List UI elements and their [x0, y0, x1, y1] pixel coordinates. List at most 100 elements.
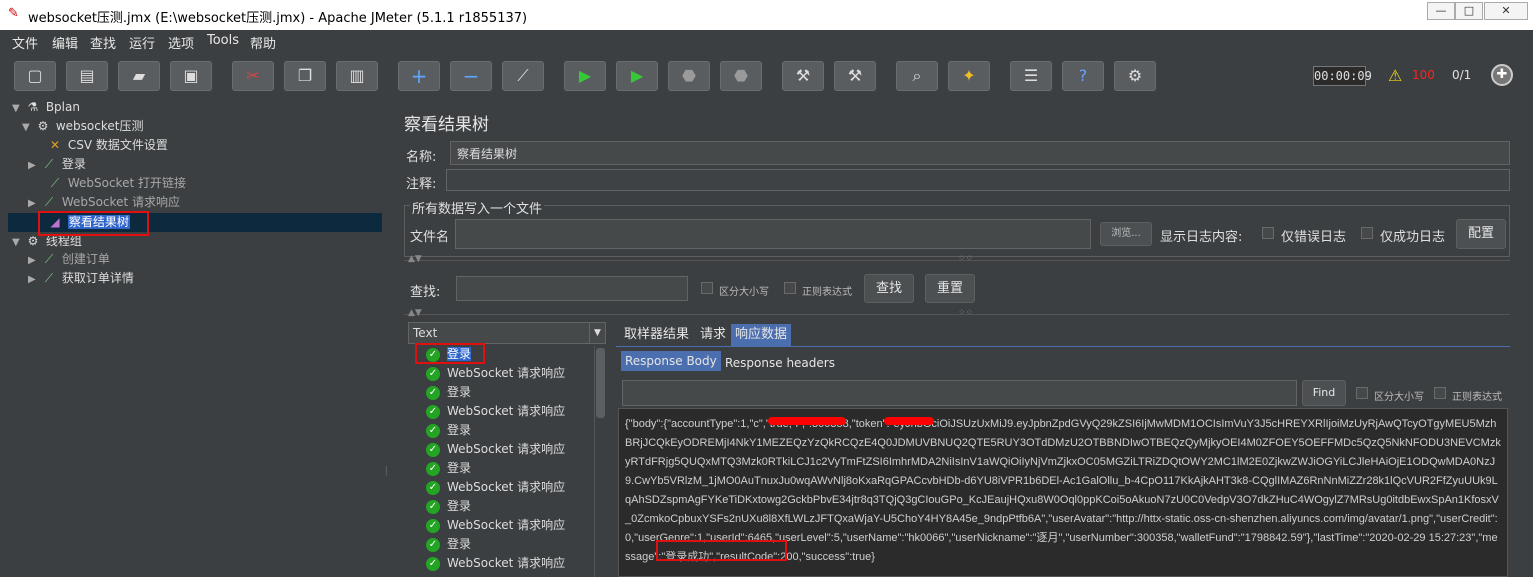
minimize-button[interactable]: — — [1427, 2, 1455, 20]
tree-node-ws-open[interactable]: ⟋ WebSocket 打开链接 — [34, 174, 186, 193]
browse-button[interactable]: 浏览... — [1100, 222, 1152, 246]
results-scrollbar[interactable] — [594, 346, 606, 577]
configure-button[interactable]: 配置 — [1456, 219, 1506, 249]
tree-node-csv[interactable]: ✕ CSV 数据文件设置 — [34, 136, 168, 155]
function-helper-icon[interactable]: ☰ — [1010, 61, 1052, 91]
list-item[interactable]: ✓ 登录 — [426, 535, 471, 554]
errors-only-label: 仅错误日志 — [1281, 230, 1347, 245]
list-item[interactable]: ✓ WebSocket 请求响应 — [426, 440, 565, 459]
sampler-pipette-icon: ⟋ — [50, 176, 60, 190]
binoculars-icon[interactable]: ⌕ — [896, 61, 938, 91]
tree-node-order-detail[interactable]: ▶ ⟋ 获取订单详情 — [28, 269, 134, 288]
new-icon[interactable]: ▢ — [14, 61, 56, 91]
menu-options[interactable]: 选项 — [168, 33, 194, 52]
collapse-icon[interactable]: − — [450, 61, 492, 91]
success-shield-icon: ✓ — [426, 442, 440, 457]
list-item[interactable]: ✓ 登录 — [426, 497, 471, 516]
warning-icon[interactable]: ⚠ — [1388, 66, 1402, 85]
tab-response-data[interactable]: 响应数据 — [731, 324, 792, 346]
success-shield-icon: ✓ — [426, 461, 440, 476]
list-item[interactable]: ✓ WebSocket 请求响应 — [426, 402, 565, 421]
menu-edit[interactable]: 编辑 — [52, 33, 78, 52]
maximize-button[interactable]: □ — [1455, 2, 1483, 20]
success-only-checkbox[interactable] — [1361, 227, 1373, 239]
tree-node-create-order[interactable]: ▶ ⟋ 创建订单 — [28, 250, 110, 269]
templates-icon[interactable]: ▤ — [66, 61, 108, 91]
start-icon[interactable]: ▶ — [564, 61, 606, 91]
tab-response-body[interactable]: Response Body — [621, 351, 721, 371]
tree-node-login[interactable]: ▶ ⟋ 登录 — [28, 155, 86, 174]
tab-response-headers[interactable]: Response headers — [721, 353, 839, 373]
save-icon[interactable]: ▣ — [170, 61, 212, 91]
elapsed-timer: 00:00:09 — [1313, 66, 1372, 86]
search-button[interactable]: 查找 — [864, 274, 914, 303]
regex-label: 正则表达式 — [802, 287, 852, 298]
clear-icon[interactable]: ⚒ — [782, 61, 824, 91]
close-button[interactable]: ✕ — [1484, 2, 1528, 20]
errors-only-checkbox[interactable] — [1262, 227, 1274, 239]
log-label: 显示日志内容: — [1160, 230, 1243, 245]
list-item[interactable]: ✓ 登录 — [426, 459, 471, 478]
menu-bar: 文件 编辑 查找 运行 选项 Tools 帮助 — [0, 30, 1533, 52]
find-button[interactable]: Find — [1302, 380, 1346, 406]
sampler-pipette-icon: ⟋ — [44, 157, 54, 171]
list-item[interactable]: ✓ WebSocket 请求响应 — [426, 478, 565, 497]
sampler-pipette-icon: ⟋ — [44, 252, 54, 266]
list-item[interactable]: ✓ 登录 — [426, 383, 471, 402]
clear-all-icon[interactable]: ⚒ — [834, 61, 876, 91]
find-case-checkbox[interactable] — [1356, 387, 1368, 399]
stop-icon[interactable]: ⬣ — [668, 61, 710, 91]
comment-field[interactable] — [446, 169, 1510, 191]
split-grip[interactable]: ⁘⁘ — [958, 254, 973, 264]
case-sensitive-label: 区分大小写 — [719, 287, 769, 298]
list-item[interactable]: ✓ 登录 — [426, 421, 471, 440]
regex-checkbox[interactable] — [784, 282, 796, 294]
tab-request[interactable]: 请求 — [696, 324, 730, 346]
menu-help[interactable]: 帮助 — [250, 33, 276, 52]
expand-icon[interactable]: + — [398, 61, 440, 91]
find-regex-checkbox[interactable] — [1434, 387, 1446, 399]
remote-icon[interactable]: ⚙ — [1114, 61, 1156, 91]
collapse-grip[interactable]: ▲▼ — [408, 308, 422, 318]
tab-sampler-result[interactable]: 取样器结果 — [620, 324, 693, 346]
jmeter-feather-icon: ✎ — [8, 6, 19, 21]
name-field[interactable]: 察看结果树 — [450, 141, 1510, 165]
list-item[interactable]: ✓ WebSocket 请求响应 — [426, 364, 565, 383]
menu-search[interactable]: 查找 — [90, 33, 116, 52]
paste-icon[interactable]: ▥ — [336, 61, 378, 91]
list-item[interactable]: ✓ WebSocket 请求响应 — [426, 554, 565, 573]
menu-tools[interactable]: Tools — [207, 33, 239, 48]
filename-input[interactable] — [455, 219, 1091, 249]
remote-status-icon[interactable]: ✚ — [1491, 64, 1513, 86]
tree-node-websocket[interactable]: ▼ ⚙ websocket压测 — [22, 117, 143, 136]
menu-run[interactable]: 运行 — [129, 33, 155, 52]
search-label: 查找: — [410, 285, 441, 300]
highlight-nickname — [656, 540, 787, 561]
renderer-select[interactable]: Text ▼ — [408, 322, 606, 344]
find-input[interactable] — [622, 380, 1297, 406]
open-icon[interactable]: ▰ — [118, 61, 160, 91]
reset-search-icon[interactable]: ✦ — [948, 61, 990, 91]
reset-button[interactable]: 重置 — [925, 274, 975, 303]
redaction-mark — [768, 417, 846, 425]
flask-icon: ⚗ — [27, 100, 39, 114]
split-grip[interactable]: ⁘⁘ — [958, 308, 973, 318]
list-item[interactable]: ✓ WebSocket 请求响应 — [426, 516, 565, 535]
tree-node-ws-request[interactable]: ▶ ⟋ WebSocket 请求响应 — [28, 193, 180, 212]
toggle-icon[interactable]: ⟋ — [502, 61, 544, 91]
main-splitter[interactable]: ⁝ ⁝ — [382, 98, 392, 577]
help-icon[interactable]: ? — [1062, 61, 1104, 91]
search-input[interactable] — [456, 276, 688, 301]
copy-icon[interactable]: ❐ — [284, 61, 326, 91]
menu-file[interactable]: 文件 — [12, 33, 38, 52]
cut-icon[interactable]: ✂ — [232, 61, 274, 91]
collapse-grip[interactable]: ▲▼ — [408, 254, 422, 264]
divider — [404, 260, 1510, 261]
success-shield-icon: ✓ — [426, 556, 440, 571]
shutdown-icon[interactable]: ⬣ — [720, 61, 762, 91]
chevron-down-icon[interactable]: ▼ — [589, 323, 605, 343]
group-title: 所有数据写入一个文件 — [410, 198, 545, 217]
tree-node-bplan[interactable]: ▼ ⚗ Bplan — [12, 98, 80, 117]
start-no-pause-icon[interactable]: ▶ — [616, 61, 658, 91]
case-sensitive-checkbox[interactable] — [701, 282, 713, 294]
